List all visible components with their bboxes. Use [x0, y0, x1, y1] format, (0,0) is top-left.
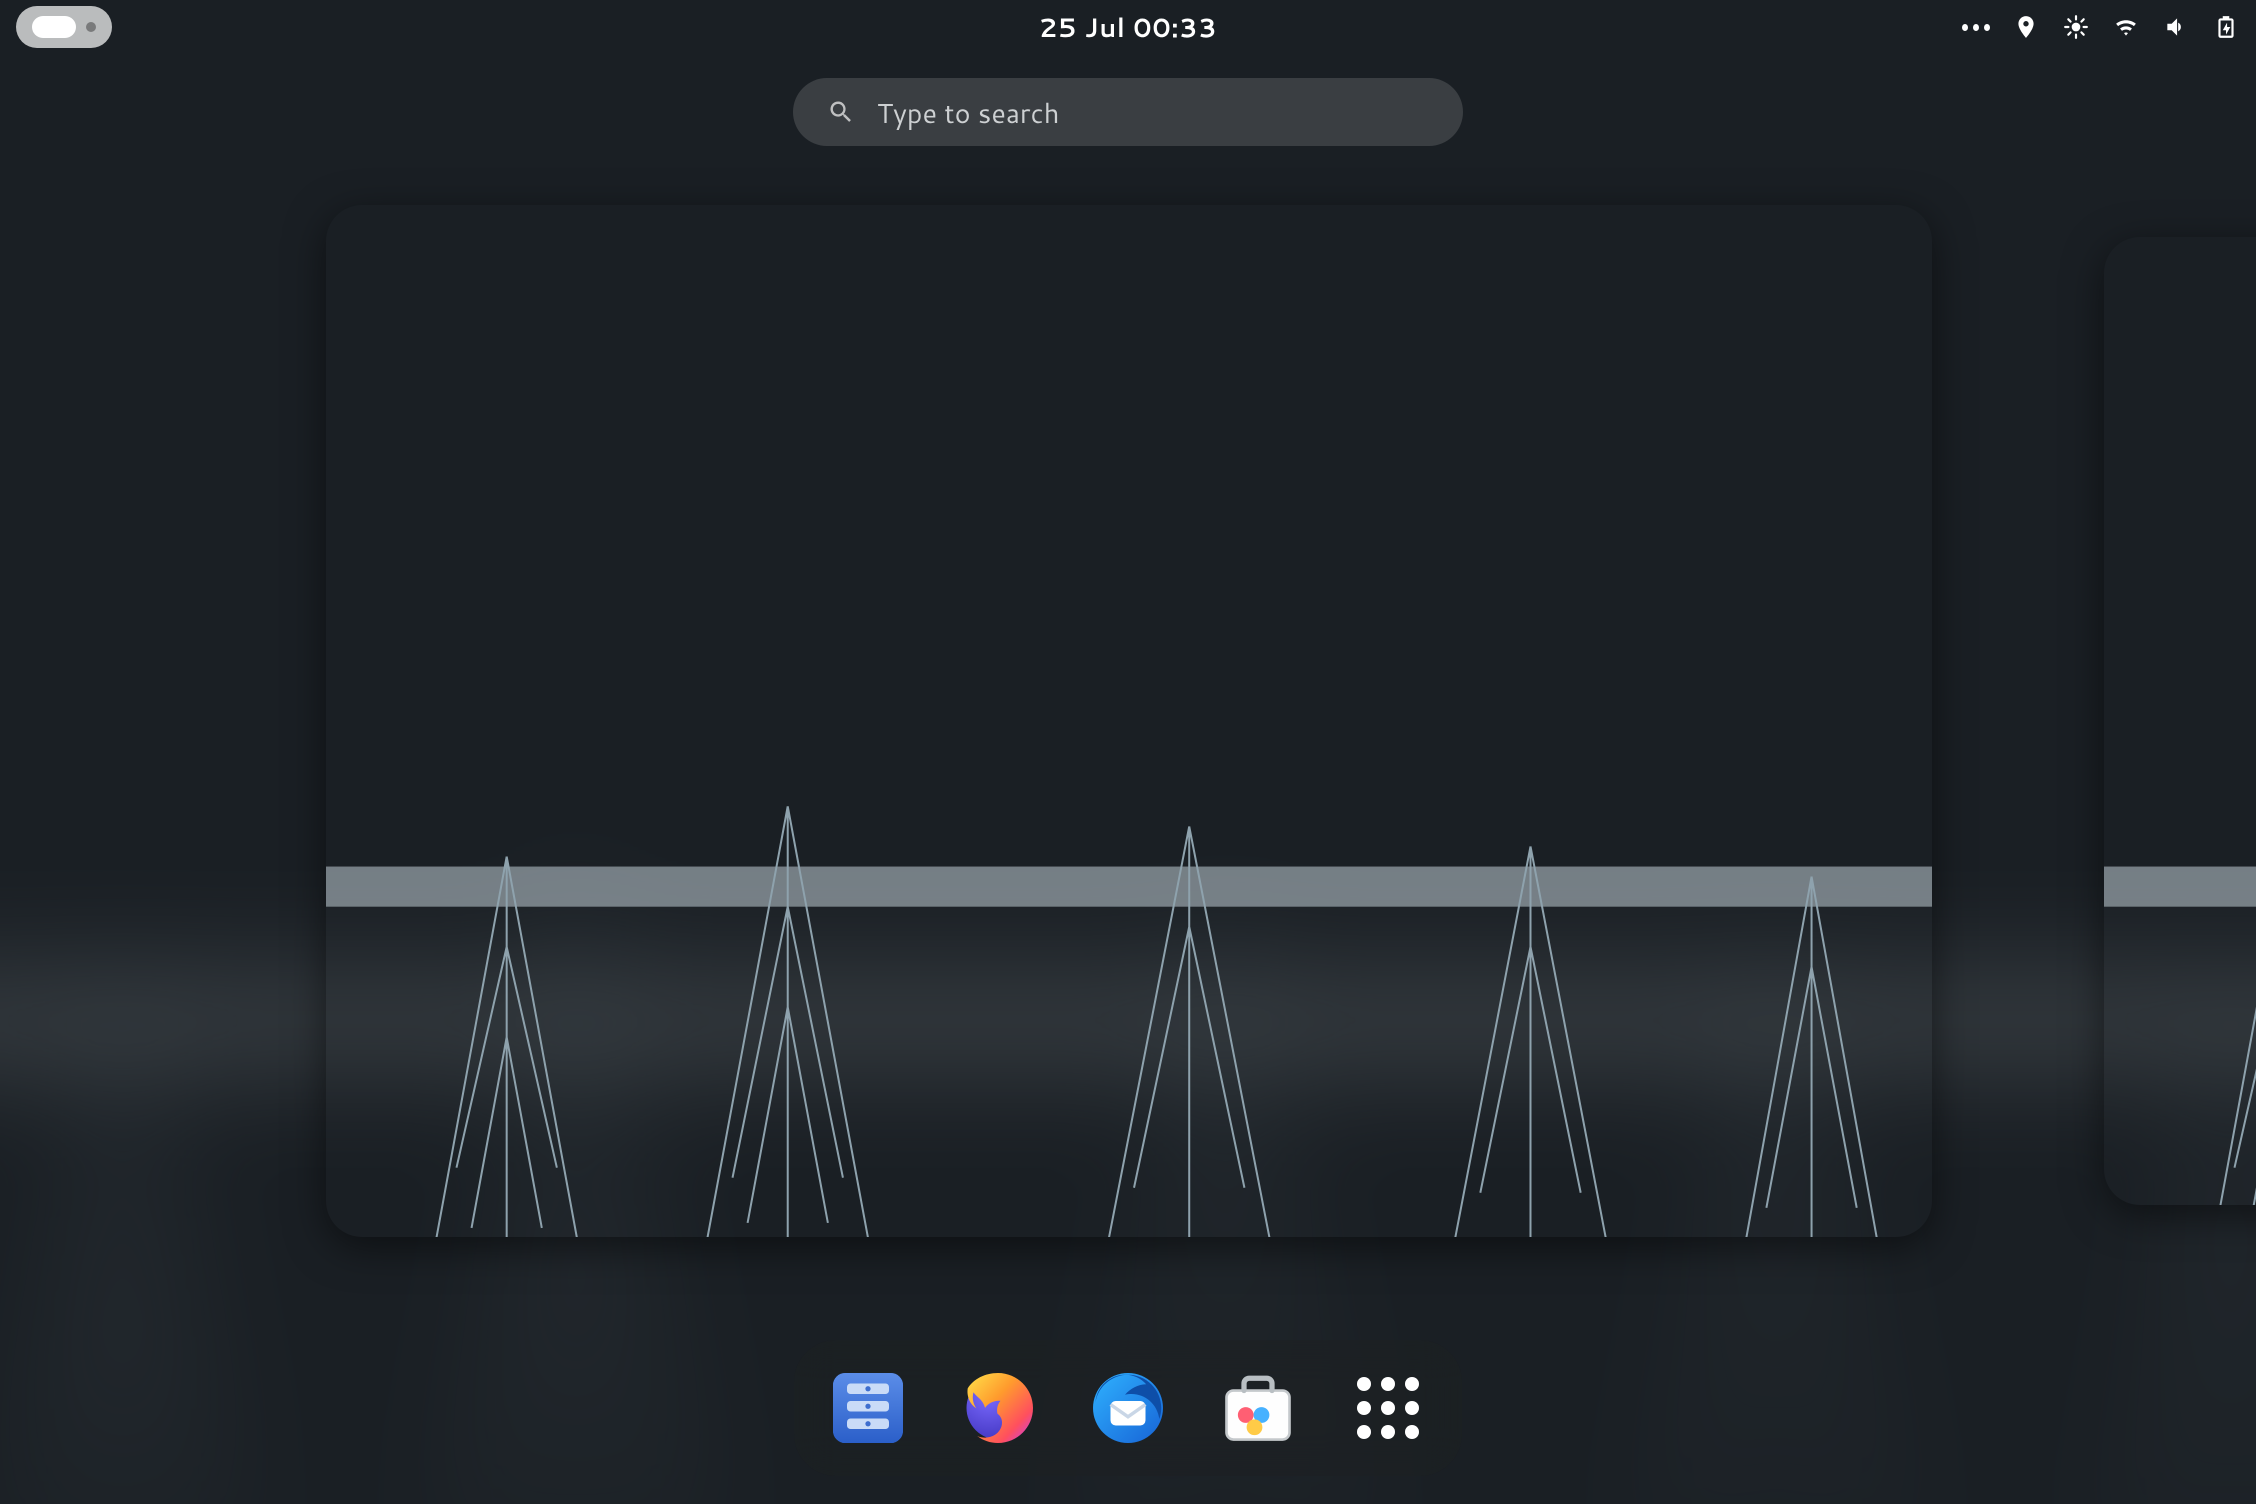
software-icon [1216, 1366, 1300, 1450]
workspace-1[interactable] [326, 205, 1932, 1237]
clock-button[interactable]: 25 Jul 00:33 [1039, 10, 1217, 46]
dash-app-thunderbird[interactable] [1084, 1364, 1172, 1452]
wifi-icon[interactable] [2112, 13, 2140, 41]
top-bar: 25 Jul 00:33 [0, 0, 2256, 54]
dash-app-firefox[interactable] [954, 1364, 1042, 1452]
search-input[interactable] [877, 93, 1429, 132]
workspace-dot-icon [86, 22, 96, 32]
location-icon[interactable] [2012, 13, 2040, 41]
activities-indicator-icon [32, 16, 76, 38]
search-icon [827, 98, 855, 126]
activities-button[interactable] [16, 6, 112, 48]
show-apps-button[interactable] [1344, 1364, 1432, 1452]
dash-app-files[interactable] [824, 1364, 912, 1452]
files-icon [826, 1366, 910, 1450]
tray-more-icon[interactable] [1962, 13, 1990, 41]
dash-app-software[interactable] [1214, 1364, 1302, 1452]
workspace-switcher [0, 205, 2256, 1237]
brightness-icon[interactable] [2062, 13, 2090, 41]
overview-search[interactable] [793, 78, 1463, 146]
system-tray [1962, 13, 2240, 41]
workspace-2[interactable] [2104, 237, 2256, 1205]
thunderbird-icon [1086, 1366, 1170, 1450]
apps-grid-icon [1357, 1377, 1419, 1439]
volume-icon[interactable] [2162, 13, 2190, 41]
dash [794, 1340, 1462, 1476]
firefox-icon [956, 1366, 1040, 1450]
battery-icon[interactable] [2212, 13, 2240, 41]
